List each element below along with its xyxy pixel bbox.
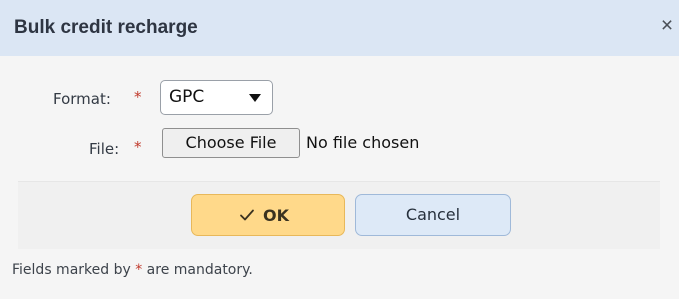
note-text-after: are mandatory. — [142, 262, 253, 278]
mandatory-fields-note: Fields marked by * are mandatory. — [12, 262, 253, 278]
choose-file-button[interactable]: Choose File — [162, 128, 300, 158]
cancel-button[interactable]: Cancel — [355, 194, 511, 236]
ok-button[interactable]: OK — [191, 194, 345, 236]
format-select[interactable]: GPC — [160, 80, 273, 115]
format-label: Format: — [53, 90, 111, 108]
chevron-down-icon — [249, 94, 261, 102]
format-select-value: GPC — [169, 87, 205, 107]
dialog-titlebar: Bulk credit recharge × — [0, 0, 679, 56]
file-label: File: — [89, 140, 120, 158]
file-required-marker: * — [134, 138, 142, 156]
file-status-text: No file chosen — [306, 133, 420, 152]
ok-button-label: OK — [263, 206, 289, 225]
format-required-marker: * — [134, 88, 142, 106]
bulk-credit-recharge-dialog: Bulk credit recharge × Format: * GPC Fil… — [0, 0, 679, 299]
close-icon[interactable]: × — [657, 14, 677, 38]
dialog-title: Bulk credit recharge — [14, 17, 198, 38]
note-text-before: Fields marked by — [12, 262, 136, 278]
checkmark-icon — [240, 209, 254, 221]
